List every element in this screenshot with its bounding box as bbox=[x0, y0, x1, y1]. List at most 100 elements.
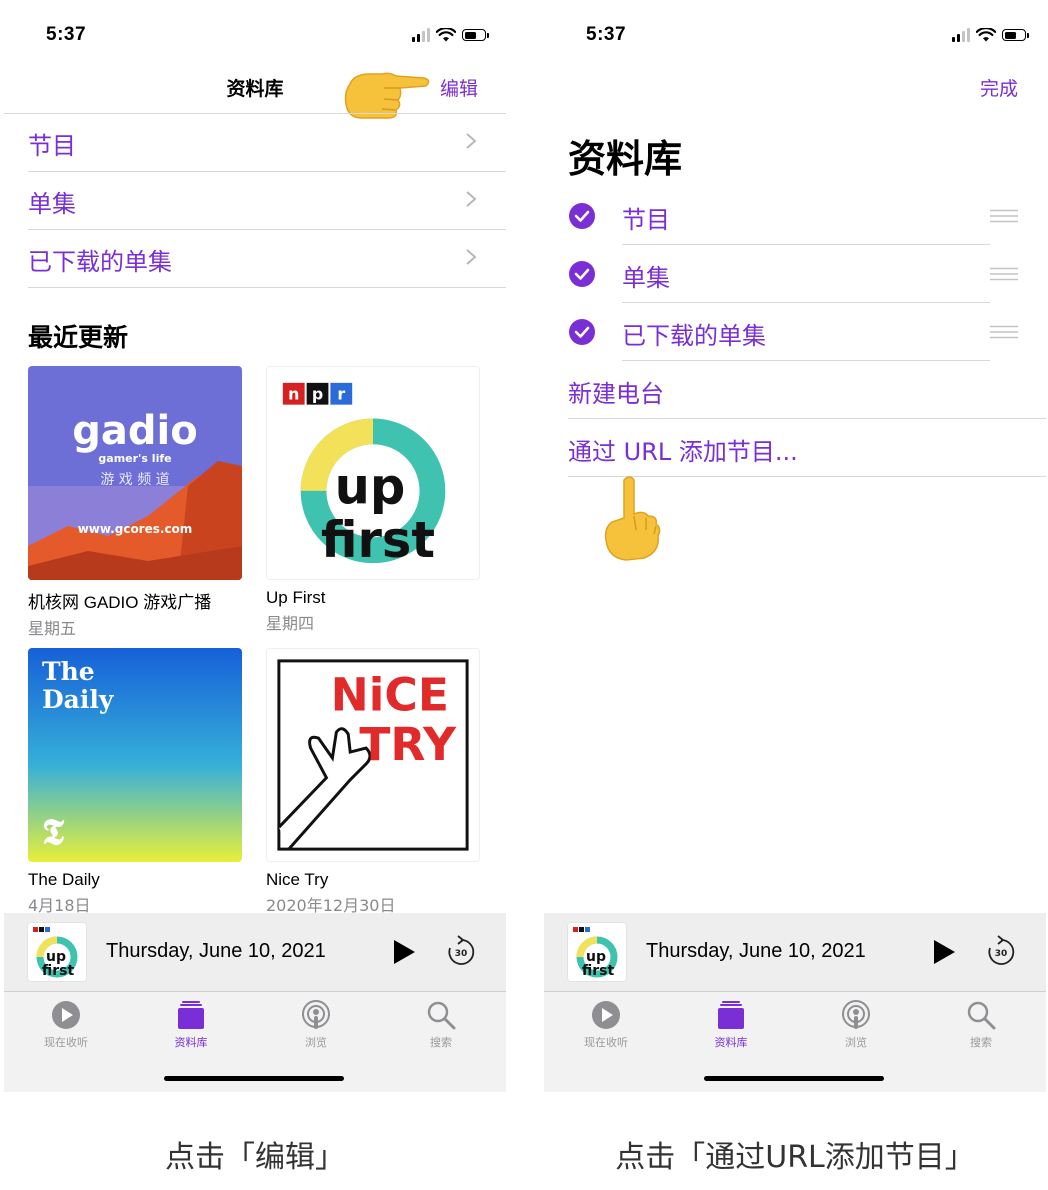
library-item-label: 节目 bbox=[28, 132, 76, 160]
podcast-artwork: NiCE TRY bbox=[266, 648, 480, 862]
svg-text:r: r bbox=[337, 385, 345, 404]
new-station-label: 新建电台 bbox=[568, 380, 664, 408]
library-item-episodes[interactable]: 单集 bbox=[28, 172, 506, 230]
now-playing-title: Thursday, June 10, 2021 bbox=[106, 940, 326, 962]
podcast-tile-up-first[interactable]: n p r up first Up First 星期四 bbox=[266, 366, 480, 634]
tab-library[interactable]: 资料库 bbox=[681, 1000, 781, 1050]
cellular-signal-icon bbox=[412, 28, 430, 42]
tab-browse[interactable]: 浏览 bbox=[266, 1000, 366, 1050]
add-show-by-url-button[interactable]: 通过 URL 添加节目... bbox=[568, 419, 1046, 477]
left-screen: 5:37 资料库 编辑 节目 单集 已下载的单集 最近更新 gadio game… bbox=[4, 0, 506, 1092]
svg-text:游 戏 频 道: 游 戏 频 道 bbox=[100, 472, 169, 488]
podcast-icon bbox=[842, 1000, 870, 1029]
library-stack-icon bbox=[178, 1001, 204, 1029]
mini-player[interactable]: up first Thursday, June 10, 2021 30 bbox=[544, 913, 1046, 992]
battery-icon bbox=[462, 29, 489, 41]
skip-forward-30-icon[interactable]: 30 bbox=[446, 935, 476, 967]
svg-text:first: first bbox=[321, 511, 435, 569]
svg-text:gamer's life: gamer's life bbox=[98, 452, 171, 465]
recent-updates-title: 最近更新 bbox=[28, 323, 129, 352]
podcast-date: 星期四 bbox=[266, 614, 315, 633]
podcast-name: The Daily bbox=[28, 870, 100, 889]
wifi-icon bbox=[436, 28, 456, 42]
tab-label: 浏览 bbox=[305, 1036, 327, 1049]
play-icon[interactable] bbox=[392, 939, 416, 965]
checkmark-circle-icon[interactable] bbox=[568, 318, 596, 346]
svg-text:The: The bbox=[42, 657, 95, 686]
search-icon bbox=[427, 1001, 456, 1030]
tab-search[interactable]: 搜索 bbox=[931, 1000, 1031, 1050]
svg-text:𝕿: 𝕿 bbox=[42, 811, 65, 853]
battery-icon bbox=[1002, 29, 1029, 41]
svg-text:www.gcores.com: www.gcores.com bbox=[78, 522, 193, 536]
chevron-right-icon bbox=[466, 249, 477, 265]
tab-listen-now[interactable]: 现在收听 bbox=[16, 1000, 116, 1050]
tab-label: 搜索 bbox=[430, 1036, 452, 1049]
tab-label: 现在收听 bbox=[584, 1036, 628, 1049]
done-button[interactable]: 完成 bbox=[980, 74, 1018, 101]
library-stack-icon bbox=[718, 1001, 744, 1029]
library-item-label: 单集 bbox=[28, 190, 76, 218]
tab-label: 浏览 bbox=[845, 1036, 867, 1049]
podcast-artwork: gadio gamer's life 游 戏 频 道 www.gcores.co… bbox=[28, 366, 242, 580]
svg-text:30: 30 bbox=[455, 949, 468, 959]
reorder-handle-icon[interactable] bbox=[990, 267, 1018, 281]
library-item-label: 已下载的单集 bbox=[28, 248, 172, 276]
edit-item-label: 已下载的单集 bbox=[622, 322, 766, 350]
reorder-handle-icon[interactable] bbox=[990, 325, 1018, 339]
svg-text:p: p bbox=[312, 385, 323, 404]
svg-text:n: n bbox=[288, 385, 299, 404]
podcast-date: 星期五 bbox=[28, 619, 77, 638]
podcast-name: Up First bbox=[266, 588, 326, 607]
tab-label: 资料库 bbox=[714, 1036, 748, 1049]
edit-item-shows[interactable]: 节目 bbox=[568, 187, 1046, 245]
reorder-handle-icon[interactable] bbox=[990, 209, 1018, 223]
tab-label: 搜索 bbox=[970, 1036, 992, 1049]
checkmark-circle-icon[interactable] bbox=[568, 202, 596, 230]
cellular-signal-icon bbox=[952, 28, 970, 42]
status-time: 5:37 bbox=[46, 24, 87, 45]
search-icon bbox=[967, 1001, 996, 1030]
wifi-icon bbox=[976, 28, 996, 42]
add-show-by-url-label: 通过 URL 添加节目... bbox=[568, 438, 798, 466]
chevron-right-icon bbox=[466, 133, 477, 149]
tab-listen-now[interactable]: 现在收听 bbox=[556, 1000, 656, 1050]
podcast-artwork: The Daily 𝕿 bbox=[28, 648, 242, 862]
tab-library[interactable]: 资料库 bbox=[141, 1000, 241, 1050]
edit-item-downloaded[interactable]: 已下载的单集 bbox=[568, 303, 1046, 361]
podcast-tile-nice-try[interactable]: NiCE TRY Nice Try 2020年12月30日 bbox=[266, 648, 480, 916]
pointing-up-hand-icon bbox=[604, 476, 661, 561]
now-playing-artwork: up first bbox=[28, 923, 86, 981]
right-screen: 5:37 完成 资料库 节目 单集 已下载的单集 新建电台 通过 URL 添加节… bbox=[544, 0, 1046, 1092]
tab-label: 现在收听 bbox=[44, 1036, 88, 1049]
status-time: 5:37 bbox=[586, 24, 627, 45]
edit-button[interactable]: 编辑 bbox=[440, 74, 478, 101]
tab-search[interactable]: 搜索 bbox=[391, 1000, 491, 1050]
caption-left: 点击「编辑」 bbox=[165, 1140, 345, 1175]
tab-browse[interactable]: 浏览 bbox=[806, 1000, 906, 1050]
edit-item-label: 节目 bbox=[622, 206, 670, 234]
now-playing-title: Thursday, June 10, 2021 bbox=[646, 940, 866, 962]
podcast-tile-gadio[interactable]: gadio gamer's life 游 戏 频 道 www.gcores.co… bbox=[28, 366, 242, 639]
svg-text:first: first bbox=[42, 963, 75, 979]
home-indicator[interactable] bbox=[704, 1076, 884, 1081]
podcast-name: Nice Try bbox=[266, 870, 329, 889]
play-icon[interactable] bbox=[932, 939, 956, 965]
podcast-tile-the-daily[interactable]: The Daily 𝕿 The Daily 4月18日 bbox=[28, 648, 242, 916]
checkmark-circle-icon[interactable] bbox=[568, 260, 596, 288]
page-title: 资料库 bbox=[568, 137, 683, 181]
caption-right: 点击「通过URL添加节目」 bbox=[615, 1140, 975, 1175]
home-indicator[interactable] bbox=[164, 1076, 344, 1081]
status-icons bbox=[412, 28, 489, 42]
edit-item-label: 单集 bbox=[622, 264, 670, 292]
svg-text:Daily: Daily bbox=[42, 685, 115, 714]
new-station-button[interactable]: 新建电台 bbox=[568, 361, 1046, 419]
edit-item-episodes[interactable]: 单集 bbox=[568, 245, 1046, 303]
skip-forward-30-icon[interactable]: 30 bbox=[986, 935, 1016, 967]
library-item-downloaded[interactable]: 已下载的单集 bbox=[28, 230, 506, 288]
podcast-name: 机核网 GADIO 游戏广播 bbox=[28, 593, 212, 612]
podcast-artwork: n p r up first bbox=[266, 366, 480, 580]
play-circle-icon bbox=[592, 1001, 620, 1029]
mini-player[interactable]: up first Thursday, June 10, 2021 30 bbox=[4, 913, 506, 992]
library-item-shows[interactable]: 节目 bbox=[28, 114, 506, 172]
